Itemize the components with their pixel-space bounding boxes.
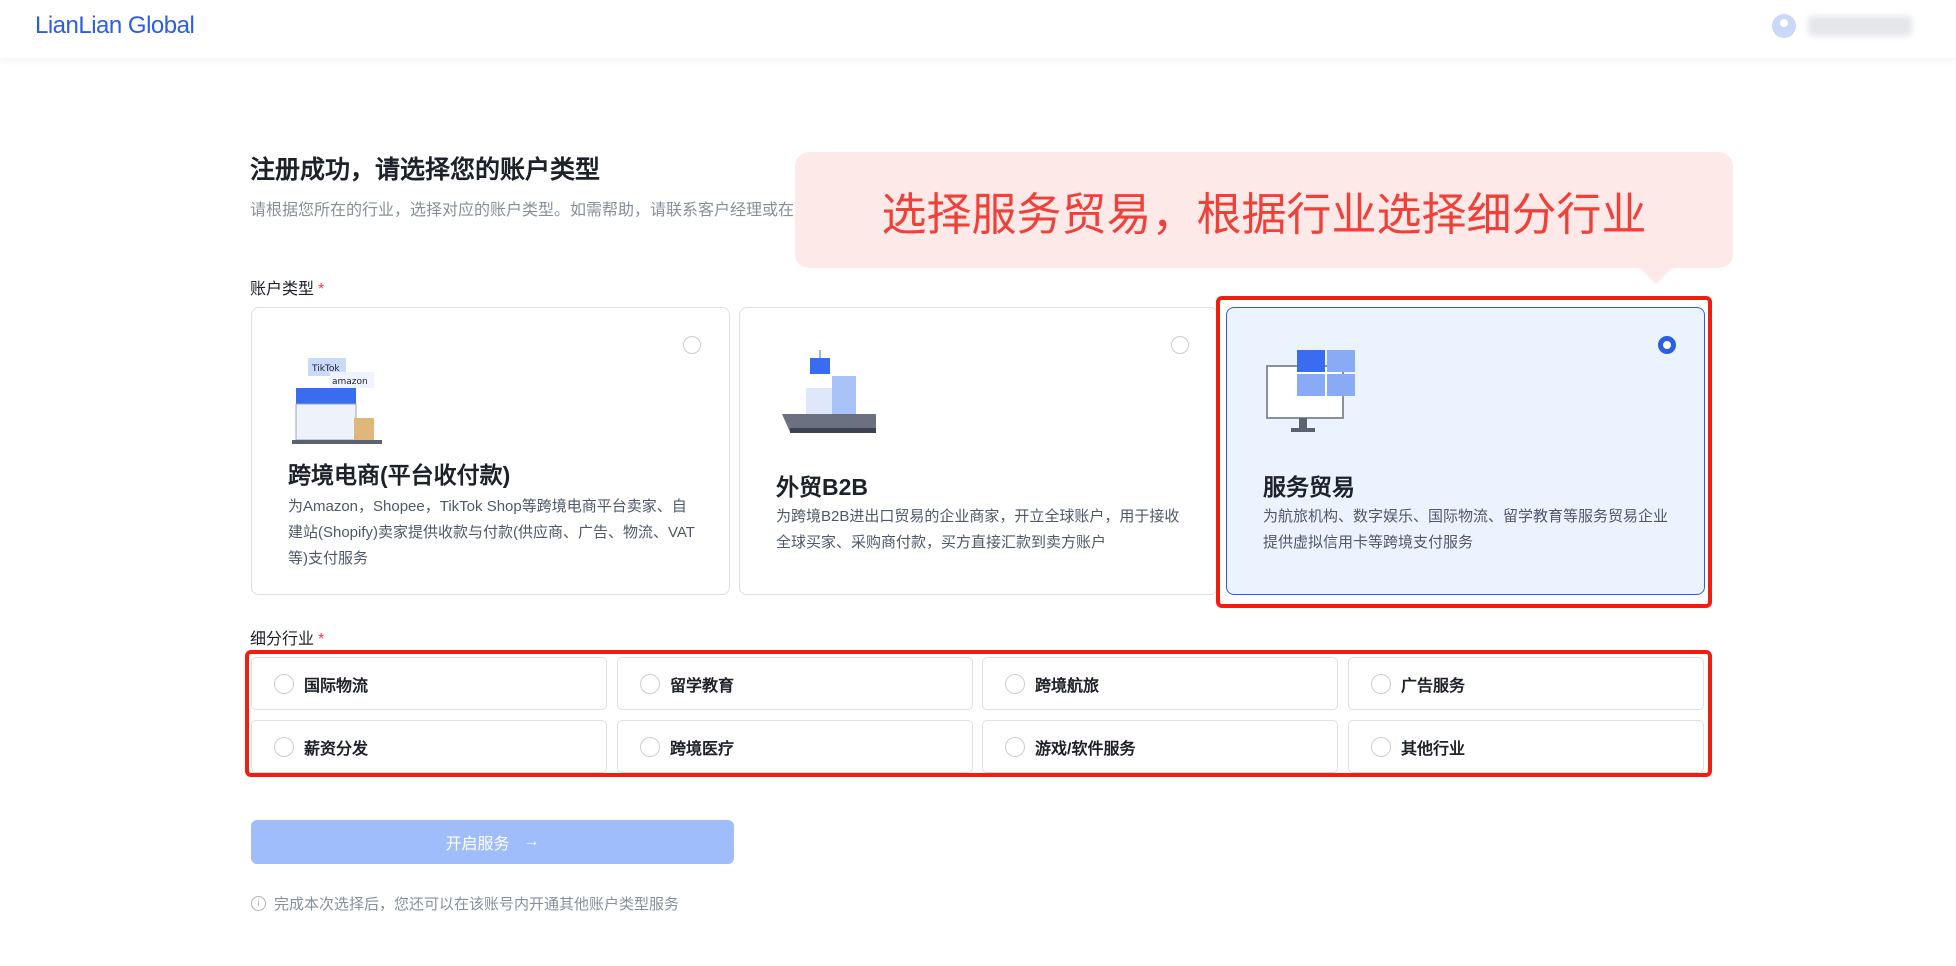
start-service-button[interactable]: 开启服务 → (251, 820, 734, 864)
storefront-illustration-icon: TikTok amazon (292, 358, 382, 444)
card-description: 为跨境B2B进出口贸易的企业商家，开立全球账户，用于接收全球买家、采购商付款，买… (776, 508, 1180, 551)
info-note: i 完成本次选择后，您还可以在该账号内开通其他账户类型服务 (251, 893, 679, 914)
account-type-label: 账户类型 * (250, 275, 324, 299)
button-label: 开启服务 (445, 836, 510, 853)
radio-ecommerce[interactable] (683, 336, 701, 354)
required-mark: * (318, 281, 325, 298)
industry-label-text: 细分行业 (250, 631, 315, 648)
callout-text: 选择服务贸易，根据行业选择细分行业 (881, 188, 1647, 240)
note-text: 完成本次选择后，您还可以在该账号内开通其他账户类型服务 (274, 896, 680, 913)
top-header: LianLian Global (0, 0, 1956, 58)
page-title: 注册成功，请选择您的账户类型 (250, 156, 601, 184)
annotation-highlight-card (1216, 296, 1712, 608)
annotation-highlight-industries (245, 650, 1712, 777)
account-type-label-text: 账户类型 (250, 281, 315, 298)
logo[interactable]: LianLian Global (35, 12, 195, 40)
industry-label: 细分行业 * (250, 625, 324, 649)
info-icon: i (251, 896, 266, 911)
account-card-ecommerce[interactable]: TikTok amazon 跨境电商(平台收付款) 为Amazon，Shopee… (251, 307, 730, 595)
required-mark: * (318, 631, 325, 648)
badge-amazon: amazon (332, 377, 368, 387)
annotation-callout: 选择服务贸易，根据行业选择细分行业 (795, 152, 1733, 284)
radio-b2b[interactable] (1171, 336, 1189, 354)
card-description: 为Amazon，Shopee，TikTok Shop等跨境电商平台卖家、自建站(… (288, 498, 695, 567)
card-title: 外贸B2B (776, 474, 869, 500)
user-name-blurred[interactable] (1808, 16, 1912, 36)
user-avatar-icon[interactable] (1772, 14, 1796, 38)
cargo-ship-illustration-icon (782, 350, 876, 433)
card-title: 跨境电商(平台收付款) (288, 462, 511, 488)
arrow-right-icon: → (523, 833, 540, 850)
account-card-b2b[interactable]: 外贸B2B 为跨境B2B进出口贸易的企业商家，开立全球账户，用于接收全球买家、采… (739, 307, 1218, 595)
page-subtitle: 请根据您所在的行业，选择对应的账户类型。如需帮助，请联系客户经理或在 (250, 202, 795, 219)
